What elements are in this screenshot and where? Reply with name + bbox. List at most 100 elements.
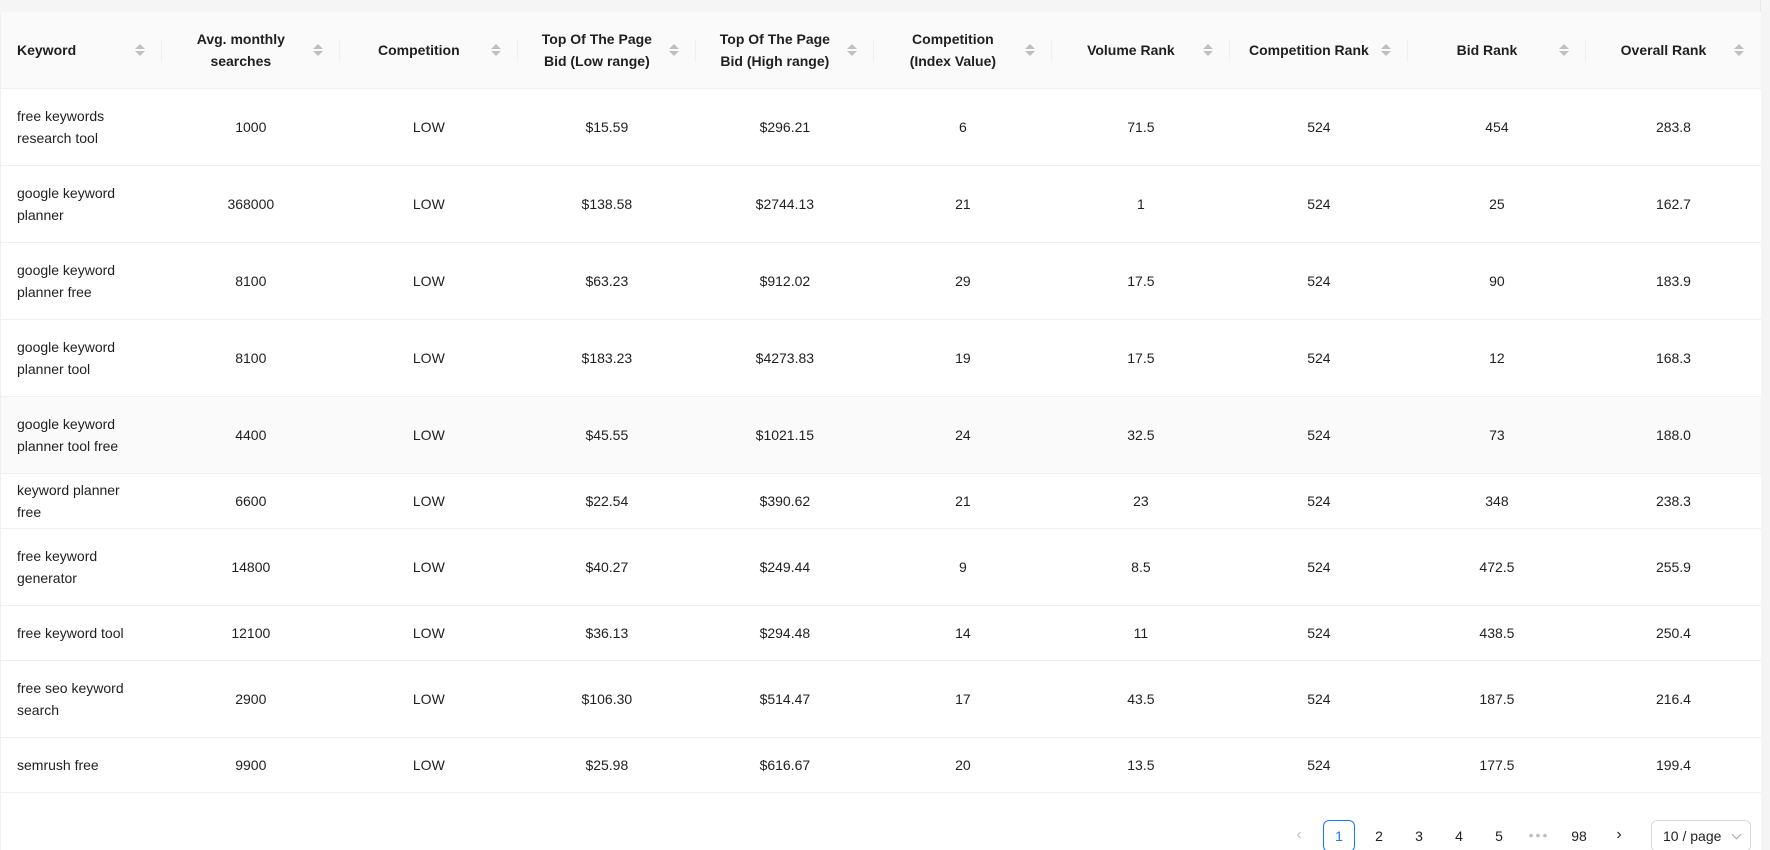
column-title: Competition Rank bbox=[1249, 42, 1369, 58]
table-row[interactable]: free keyword tool 12100 LOW $36.13 $294.… bbox=[1, 605, 1761, 661]
cell-bid-low: $22.54 bbox=[517, 473, 696, 529]
cell-competition-rank: 524 bbox=[1229, 605, 1408, 661]
cell-competition-rank: 524 bbox=[1229, 396, 1408, 474]
column-title: Bid Rank bbox=[1456, 42, 1518, 58]
cell-competition-index: 17 bbox=[873, 660, 1052, 738]
column-header-bid-rank[interactable]: Bid Rank bbox=[1407, 12, 1586, 89]
table-row[interactable]: keyword planner free 6600 LOW $22.54 $39… bbox=[1, 473, 1761, 529]
page-button-2[interactable]: 2 bbox=[1363, 820, 1395, 850]
cell-keyword: google keyword planner tool free bbox=[1, 396, 162, 474]
column-title: Volume Rank bbox=[1087, 42, 1175, 58]
chevron-left-icon: ‹ bbox=[1296, 826, 1302, 843]
next-page-button[interactable]: › bbox=[1603, 820, 1635, 850]
table-row[interactable]: free keyword generator 14800 LOW $40.27 … bbox=[1, 528, 1761, 606]
cell-volume-rank: 11 bbox=[1051, 605, 1230, 661]
cell-competition-rank: 524 bbox=[1229, 319, 1408, 397]
cell-avg-monthly-searches: 14800 bbox=[161, 528, 340, 606]
cell-competition: LOW bbox=[339, 242, 518, 320]
cell-overall-rank: 283.8 bbox=[1585, 88, 1761, 166]
cell-keyword: free keyword generator bbox=[1, 528, 162, 606]
cell-avg-monthly-searches: 1000 bbox=[161, 88, 340, 166]
sort-icon[interactable] bbox=[668, 44, 680, 56]
page-button-5[interactable]: 5 bbox=[1483, 820, 1515, 850]
column-header-volume-rank[interactable]: Volume Rank bbox=[1051, 12, 1230, 89]
sort-icon[interactable] bbox=[490, 44, 502, 56]
sort-icon[interactable] bbox=[312, 44, 324, 56]
cell-overall-rank: 216.4 bbox=[1585, 660, 1761, 738]
sort-icon[interactable] bbox=[134, 44, 146, 56]
cell-competition-rank: 524 bbox=[1229, 528, 1408, 606]
cell-bid-low: $183.23 bbox=[517, 319, 696, 397]
cell-competition: LOW bbox=[339, 473, 518, 529]
cell-bid-high: $294.48 bbox=[695, 605, 874, 661]
column-header-overall-rank[interactable]: Overall Rank bbox=[1585, 12, 1761, 89]
column-title: Competition bbox=[378, 42, 460, 58]
cell-avg-monthly-searches: 12100 bbox=[161, 605, 340, 661]
chevron-down-icon bbox=[1731, 829, 1742, 839]
cell-volume-rank: 71.5 bbox=[1051, 88, 1230, 166]
column-header-competition[interactable]: Competition bbox=[339, 12, 518, 89]
table-row[interactable]: free seo keyword search 2900 LOW $106.30… bbox=[1, 660, 1761, 738]
cell-overall-rank: 255.9 bbox=[1585, 528, 1761, 606]
table-row[interactable]: google keyword planner tool 8100 LOW $18… bbox=[1, 319, 1761, 397]
cell-bid-low: $106.30 bbox=[517, 660, 696, 738]
cell-bid-rank: 12 bbox=[1407, 319, 1586, 397]
sort-icon[interactable] bbox=[1558, 44, 1570, 56]
sort-icon[interactable] bbox=[1202, 44, 1214, 56]
cell-bid-rank: 454 bbox=[1407, 88, 1586, 166]
column-header-competition-index[interactable]: Competition (Index Value) bbox=[873, 12, 1052, 89]
cell-competition: LOW bbox=[339, 88, 518, 166]
cell-bid-low: $36.13 bbox=[517, 605, 696, 661]
cell-competition: LOW bbox=[339, 528, 518, 606]
cell-overall-rank: 188.0 bbox=[1585, 396, 1761, 474]
cell-bid-rank: 472.5 bbox=[1407, 528, 1586, 606]
table-row[interactable]: semrush free 9900 LOW $25.98 $616.67 20 … bbox=[1, 737, 1761, 793]
cell-bid-high: $2744.13 bbox=[695, 165, 874, 243]
table-row[interactable]: google keyword planner 368000 LOW $138.5… bbox=[1, 165, 1761, 243]
table-header-row: Keyword Avg. monthly searches Competitio… bbox=[1, 12, 1761, 89]
cell-volume-rank: 1 bbox=[1051, 165, 1230, 243]
cell-bid-rank: 73 bbox=[1407, 396, 1586, 474]
sort-icon[interactable] bbox=[1733, 44, 1745, 56]
table-row[interactable]: free keywords research tool 1000 LOW $15… bbox=[1, 88, 1761, 166]
cell-competition-rank: 524 bbox=[1229, 242, 1408, 320]
column-header-bid-low[interactable]: Top Of The Page Bid (Low range) bbox=[517, 12, 696, 89]
column-header-competition-rank[interactable]: Competition Rank bbox=[1229, 12, 1408, 89]
cell-bid-high: $912.02 bbox=[695, 242, 874, 320]
page-size-select[interactable]: 10 / page bbox=[1651, 820, 1751, 850]
page-button-1[interactable]: 1 bbox=[1323, 820, 1355, 850]
page-button-3[interactable]: 3 bbox=[1403, 820, 1435, 850]
prev-page-button[interactable]: ‹ bbox=[1283, 820, 1315, 850]
cell-keyword: semrush free bbox=[1, 737, 162, 793]
cell-competition-index: 20 bbox=[873, 737, 1052, 793]
cell-bid-rank: 177.5 bbox=[1407, 737, 1586, 793]
sort-icon[interactable] bbox=[846, 44, 858, 56]
cell-keyword: google keyword planner bbox=[1, 165, 162, 243]
column-header-avg-monthly-searches[interactable]: Avg. monthly searches bbox=[161, 12, 340, 89]
cell-keyword: google keyword planner free bbox=[1, 242, 162, 320]
cell-overall-rank: 238.3 bbox=[1585, 473, 1761, 529]
sort-icon[interactable] bbox=[1024, 44, 1036, 56]
cell-bid-low: $63.23 bbox=[517, 242, 696, 320]
column-header-keyword[interactable]: Keyword bbox=[1, 12, 162, 89]
page-button-4[interactable]: 4 bbox=[1443, 820, 1475, 850]
page-button-last[interactable]: 98 bbox=[1563, 820, 1595, 850]
column-title: Competition (Index Value) bbox=[909, 31, 997, 69]
cell-avg-monthly-searches: 8100 bbox=[161, 242, 340, 320]
table-row[interactable]: google keyword planner free 8100 LOW $63… bbox=[1, 242, 1761, 320]
cell-competition-index: 21 bbox=[873, 165, 1052, 243]
cell-competition-index: 9 bbox=[873, 528, 1052, 606]
jump-next-ellipsis[interactable]: ••• bbox=[1523, 820, 1555, 850]
cell-competition: LOW bbox=[339, 737, 518, 793]
cell-volume-rank: 8.5 bbox=[1051, 528, 1230, 606]
cell-keyword: keyword planner free bbox=[1, 473, 162, 529]
sort-icon[interactable] bbox=[1380, 44, 1392, 56]
cell-avg-monthly-searches: 2900 bbox=[161, 660, 340, 738]
chevron-right-icon: › bbox=[1616, 826, 1622, 843]
cell-competition-index: 14 bbox=[873, 605, 1052, 661]
cell-competition: LOW bbox=[339, 396, 518, 474]
table-row-hovered[interactable]: google keyword planner tool free 4400 LO… bbox=[1, 396, 1761, 474]
scrollbar-track[interactable] bbox=[1760, 0, 1770, 850]
page: Keyword Avg. monthly searches Competitio… bbox=[0, 0, 1770, 850]
column-header-bid-high[interactable]: Top Of The Page Bid (High range) bbox=[695, 12, 874, 89]
